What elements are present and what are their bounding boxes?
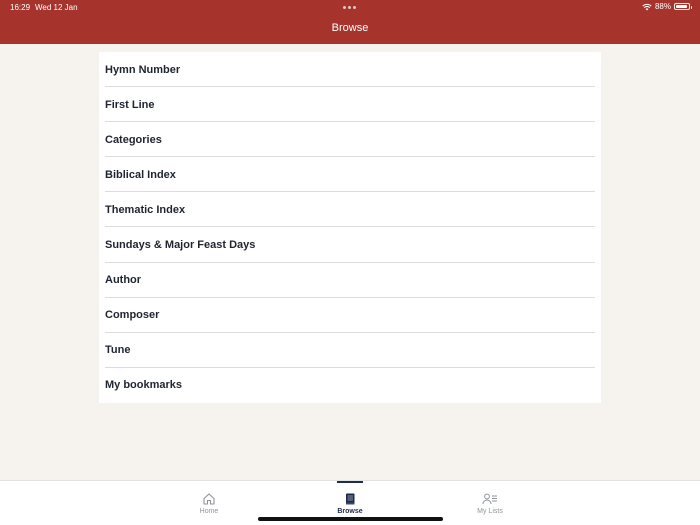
browse-list-item[interactable]: Tune	[99, 333, 601, 368]
tab-my-lists-label: My Lists	[477, 508, 503, 515]
tab-browse[interactable]: Browse	[310, 481, 390, 515]
browse-list-item[interactable]: Sundays & Major Feast Days	[99, 227, 601, 263]
multitasking-dots-icon[interactable]	[343, 6, 356, 9]
tab-home[interactable]: Home	[169, 481, 249, 515]
battery-icon	[674, 3, 692, 10]
wifi-icon	[642, 3, 652, 10]
home-indicator[interactable]	[258, 517, 443, 521]
browse-list: Hymn Number First Line Categories Biblical …	[99, 52, 601, 403]
status-right: 88%	[642, 2, 692, 11]
browse-list-item[interactable]: First Line	[99, 87, 601, 123]
book-icon	[346, 493, 355, 505]
tab-home-label: Home	[199, 508, 219, 515]
status-time: 16:29	[10, 3, 31, 12]
user-list-icon	[482, 493, 497, 505]
page-title: Browse	[331, 22, 369, 34]
browse-list-item[interactable]: Author	[99, 263, 601, 298]
browse-list-item[interactable]: Categories	[99, 122, 601, 158]
app-header: 16:29 Wed 12 Jan 88% Browse	[0, 0, 700, 44]
status-date: Wed 12 Jan	[35, 3, 78, 12]
browse-list-item[interactable]: Hymn Number	[99, 52, 601, 88]
browse-list-item[interactable]: My bookmarks	[99, 368, 601, 403]
tab-browse-label: Browse	[337, 508, 363, 515]
browse-list-item[interactable]: Composer	[99, 298, 601, 333]
browse-list-item[interactable]: Biblical Index	[99, 157, 601, 193]
browse-list-item[interactable]: Thematic Index	[99, 192, 601, 228]
battery-percent: 88%	[654, 2, 671, 11]
tab-my-lists[interactable]: My Lists	[450, 481, 530, 515]
home-icon	[203, 493, 215, 505]
